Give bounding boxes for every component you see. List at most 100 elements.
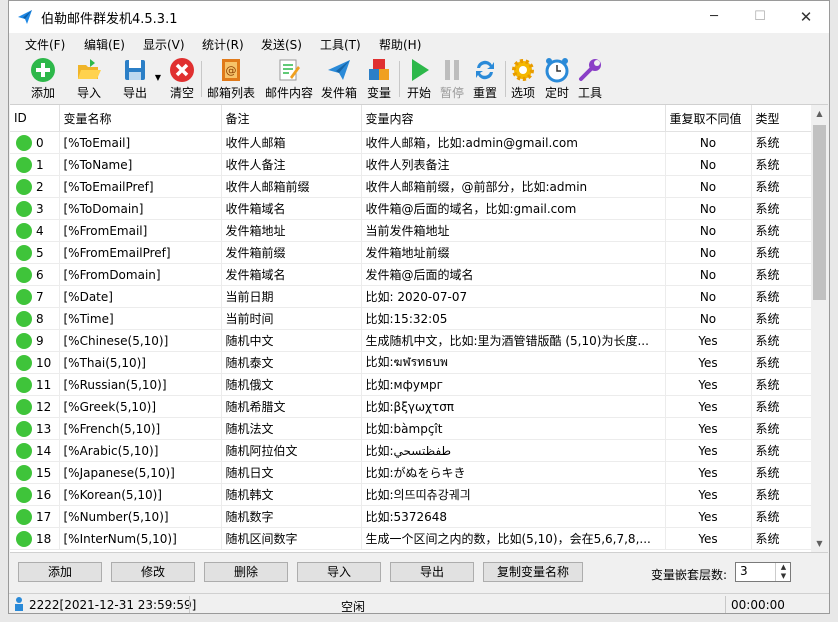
table-row[interactable]: 10 [%Thai(5,10)] 随机泰文 比如:ฆฬรทธบพ Yes 系统 <box>10 351 812 374</box>
scroll-up-arrow-icon[interactable]: ▲ <box>811 105 828 122</box>
table-row[interactable]: 4 [%FromEmail] 发件箱地址 当前发件箱地址 No 系统 <box>10 219 812 242</box>
menu-help[interactable]: 帮助(H) <box>379 36 421 53</box>
status-dot-icon <box>16 332 32 349</box>
cell-name: [%Number(5,10)] <box>59 505 222 528</box>
status-dot-icon <box>16 464 32 481</box>
toolbar-mail-content-button[interactable]: 邮件内容 <box>263 57 315 101</box>
cell-content: 比如:bàmpçît <box>361 417 666 440</box>
table-row[interactable]: 14 [%Arabic(5,10)] 随机阿拉伯文 比如:طفظتسحي Yes 系统 <box>10 439 812 462</box>
row-id: 1 <box>36 157 44 172</box>
cell-repeat: Yes <box>665 505 752 528</box>
cell-id: 10 <box>10 351 60 374</box>
column-header-name[interactable]: 变量名称 <box>59 105 222 132</box>
table-row[interactable]: 12 [%Greek(5,10)] 随机希腊文 比如:βξγωχτσπ Yes 系统 <box>10 395 812 418</box>
cell-content: 比如:ฆฬรทธบพ <box>361 351 666 374</box>
table-row[interactable]: 2 [%ToEmailPref] 收件人邮箱前缀 收件人邮箱前缀，@前部分，比如:ad… <box>10 175 812 198</box>
cell-note: 随机阿拉伯文 <box>221 439 362 462</box>
cell-id: 9 <box>10 329 60 352</box>
table-row[interactable]: 11 [%Russian(5,10)] 随机俄文 比如:мфумрг Yes 系统 <box>10 373 812 396</box>
column-header-repeat[interactable]: 重复取不同值 <box>665 105 752 132</box>
cell-type: 系统 <box>751 153 812 176</box>
menu-send[interactable]: 发送(S) <box>261 36 302 53</box>
nesting-depth-spinner[interactable]: ▲ ▼ <box>775 563 791 581</box>
delete-button[interactable]: 删除 <box>204 562 288 582</box>
maximize-button[interactable]: ☐ <box>737 1 783 33</box>
table-row[interactable]: 8 [%Time] 当前时间 比如:15:32:05 No 系统 <box>10 307 812 330</box>
table-row[interactable]: 18 [%InterNum(5,10)] 随机区间数字 生成一个区间之内的数，比如(5… <box>10 527 812 550</box>
wrench-icon <box>579 59 601 81</box>
cell-note: 随机希腊文 <box>221 395 362 418</box>
toolbar-outbox-button[interactable]: 发件箱 <box>319 57 359 101</box>
status-state: 空闲 <box>341 600 366 614</box>
cell-id: 11 <box>10 373 60 396</box>
table-row[interactable]: 15 [%Japanese(5,10)] 随机日文 比如:がぬをらキき Yes 系统 <box>10 461 812 484</box>
toolbar-outbox-label: 发件箱 <box>320 86 357 100</box>
cell-note: 随机俄文 <box>221 373 362 396</box>
table-row[interactable]: 5 [%FromEmailPref] 发件箱前缀 发件箱地址前缀 No 系统 <box>10 241 812 264</box>
column-header-type[interactable]: 类型 <box>751 105 812 132</box>
cell-type: 系统 <box>751 131 812 154</box>
import-button[interactable]: 导入 <box>297 562 381 582</box>
cell-name: [%FromEmail] <box>59 219 222 242</box>
toolbar-mail-list-button[interactable]: @ 邮箱列表 <box>205 57 257 101</box>
scrollbar-thumb[interactable] <box>813 125 826 300</box>
column-header-id[interactable]: ID <box>10 105 60 132</box>
cell-note: 随机日文 <box>221 461 362 484</box>
spin-down-icon[interactable]: ▼ <box>776 572 791 581</box>
table-row[interactable]: 16 [%Korean(5,10)] 随机韩文 比如:의뜨띠츄강궤긔 Yes 系统 <box>10 483 812 506</box>
menu-file[interactable]: 文件(F) <box>25 36 65 53</box>
cell-repeat: No <box>665 219 752 242</box>
row-id: 4 <box>36 223 44 238</box>
row-id: 7 <box>36 289 44 304</box>
scroll-down-arrow-icon[interactable]: ▼ <box>811 535 828 552</box>
column-header-content[interactable]: 变量内容 <box>361 105 666 132</box>
cell-repeat: No <box>665 307 752 330</box>
table-row[interactable]: 7 [%Date] 当前日期 比如: 2020-07-07 No 系统 <box>10 285 812 308</box>
edit-button[interactable]: 修改 <box>111 562 195 582</box>
menu-view[interactable]: 显示(V) <box>143 36 185 53</box>
column-header-note[interactable]: 备注 <box>221 105 362 132</box>
toolbar-export-button[interactable]: 导出 <box>117 57 153 101</box>
cell-type: 系统 <box>751 351 812 374</box>
cell-repeat: Yes <box>665 527 752 550</box>
table-row[interactable]: 0 [%ToEmail] 收件人邮箱 收件人邮箱，比如:admin@gmail.com… <box>10 131 812 154</box>
table-row[interactable]: 1 [%ToName] 收件人备注 收件人列表备注 No 系统 <box>10 153 812 176</box>
table-row[interactable]: 9 [%Chinese(5,10)] 随机中文 生成随机中文，比如:里为酒管错版酷 (… <box>10 329 812 352</box>
cell-content: 发件箱地址前缀 <box>361 241 666 264</box>
cell-name: [%Russian(5,10)] <box>59 373 222 396</box>
export-button[interactable]: 导出 <box>390 562 474 582</box>
toolbar-pause-button[interactable]: 暂停 <box>437 57 467 101</box>
menu-bar: 文件(F) 编辑(E) 显示(V) 统计(R) 发送(S) 工具(T) 帮助(H… <box>9 33 829 55</box>
table-row[interactable]: 17 [%Number(5,10)] 随机数字 比如:5372648 Yes 系统 <box>10 505 812 528</box>
cell-name: [%ToEmailPref] <box>59 175 222 198</box>
close-button[interactable]: ✕ <box>783 1 829 33</box>
cell-note: 发件箱前缀 <box>221 241 362 264</box>
toolbar-timer-button[interactable]: 定时 <box>541 57 573 101</box>
menu-stats[interactable]: 统计(R) <box>202 36 244 53</box>
toolbar-reset-button[interactable]: 重置 <box>469 57 501 101</box>
cell-note: 随机韩文 <box>221 483 362 506</box>
vertical-scrollbar[interactable]: ▲ ▼ <box>811 105 828 552</box>
toolbar-clear-button[interactable]: 清空 <box>167 57 197 101</box>
cell-note: 发件箱地址 <box>221 219 362 242</box>
status-separator <box>725 596 726 613</box>
menu-tools[interactable]: 工具(T) <box>320 36 361 53</box>
toolbar-tools-button[interactable]: 工具 <box>575 57 605 101</box>
spin-up-icon[interactable]: ▲ <box>776 563 791 572</box>
minimize-button[interactable]: ─ <box>691 1 737 33</box>
table-row[interactable]: 3 [%ToDomain] 收件箱域名 收件箱@后面的域名，比如:gmail.com N… <box>10 197 812 220</box>
toolbar-start-button[interactable]: 开始 <box>403 57 435 101</box>
copy-variable-name-button[interactable]: 复制变量名称 <box>483 562 583 582</box>
toolbar-import-button[interactable]: 导入 <box>71 57 107 101</box>
title-bar: 伯勒邮件群发机4.5.3.1 ─ ☐ ✕ <box>9 1 829 33</box>
toolbar-add-button[interactable]: 添加 <box>25 57 61 101</box>
clear-x-icon <box>170 58 194 82</box>
add-button[interactable]: 添加 <box>18 562 102 582</box>
toolbar-variables-button[interactable]: 变量 <box>363 57 395 101</box>
status-info: 2222[2021-12-31 23:59:59] <box>29 598 197 612</box>
table-row[interactable]: 13 [%French(5,10)] 随机法文 比如:bàmpçît Yes 系统 <box>10 417 812 440</box>
toolbar-options-button[interactable]: 选项 <box>507 57 539 101</box>
menu-edit[interactable]: 编辑(E) <box>84 36 125 53</box>
svg-text:@: @ <box>226 64 237 77</box>
table-row[interactable]: 6 [%FromDomain] 发件箱域名 发件箱@后面的域名 No 系统 <box>10 263 812 286</box>
